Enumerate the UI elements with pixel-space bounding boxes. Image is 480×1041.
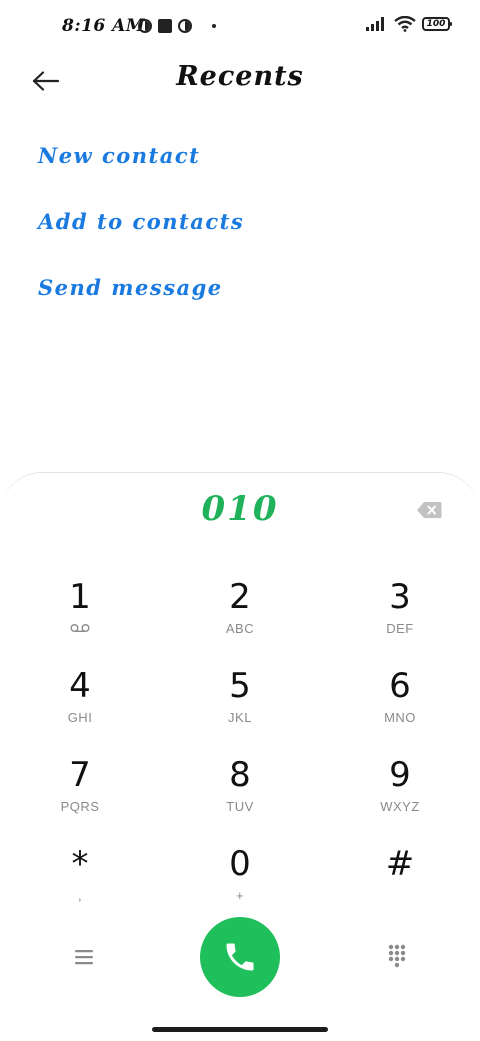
add-to-contacts-link[interactable]: Add to contacts (38, 202, 244, 268)
key-digit: 6 (389, 666, 411, 706)
battery-icon: 100 (422, 17, 452, 31)
backspace-button[interactable] (416, 501, 442, 519)
dialer-bottom-bar (0, 917, 480, 997)
key-2[interactable]: 2 ABC (180, 577, 300, 657)
key-1[interactable]: 1 (20, 577, 140, 657)
key-letters: ABC (225, 621, 255, 636)
backspace-icon (417, 502, 442, 518)
menu-button[interactable] (70, 943, 98, 971)
dialer-panel: 010 1 2 ABC 3 DEF 4 GHI 5 JKL 6 MNO 7 PQ… (0, 472, 480, 1041)
key-digit: 1 (69, 577, 91, 617)
key-letters: WXYZ (380, 799, 420, 814)
call-button[interactable] (200, 917, 280, 997)
key-4[interactable]: 4 GHI (20, 666, 140, 746)
key-7[interactable]: 7 PQRS (20, 755, 140, 835)
key-5[interactable]: 5 JKL (180, 666, 300, 746)
wifi-icon (394, 16, 416, 32)
key-letters: DEF (386, 621, 414, 636)
keypad-toggle-button[interactable] (382, 941, 412, 971)
key-digit: * (71, 844, 89, 884)
key-digit: 9 (389, 755, 411, 795)
status-time: 8:16 AM (62, 16, 146, 36)
key-digit: 4 (69, 666, 91, 706)
key-letters: JKL (228, 710, 252, 725)
key-digit: 0 (229, 844, 251, 884)
more-notifications-icon (212, 24, 216, 28)
key-digit: 7 (69, 755, 91, 795)
dialpad-icon (388, 944, 406, 968)
key-digit: 8 (229, 755, 251, 795)
system-icons: 100 (366, 16, 452, 32)
key-digit: 3 (389, 577, 411, 617)
action-list: New contact Add to contacts Send message (38, 136, 244, 334)
key-9[interactable]: 9 WXYZ (340, 755, 460, 835)
notification-app-icon (178, 19, 192, 33)
notification-icons (138, 19, 216, 33)
key-letters: GHI (67, 710, 93, 725)
key-letters: TUV (226, 799, 254, 814)
header: Recents (0, 56, 480, 106)
key-letters: , (77, 888, 83, 903)
home-indicator[interactable] (152, 1027, 328, 1032)
key-8[interactable]: 8 TUV (180, 755, 300, 835)
key-6[interactable]: 6 MNO (340, 666, 460, 746)
signal-icon (366, 17, 384, 31)
status-bar: 8:16 AM 100 (0, 0, 480, 56)
key-hash[interactable]: # (340, 844, 460, 924)
page-title: Recents (176, 61, 304, 92)
key-letters: + (235, 888, 245, 903)
key-letters: MNO (384, 710, 416, 725)
notification-square-icon (158, 19, 172, 33)
key-0[interactable]: 0 + (180, 844, 300, 924)
voicemail-icon (70, 624, 90, 632)
key-digit: 5 (229, 666, 251, 706)
new-contact-link[interactable]: New contact (38, 136, 244, 202)
key-star[interactable]: * , (20, 844, 140, 924)
phone-icon (226, 943, 254, 971)
send-message-link[interactable]: Send message (38, 268, 244, 334)
dialed-number: 010 (201, 489, 279, 529)
hamburger-menu-icon (75, 950, 93, 965)
notification-app-icon (138, 19, 152, 33)
key-digit: # (385, 844, 415, 884)
key-letters: PQRS (60, 799, 100, 814)
key-3[interactable]: 3 DEF (340, 577, 460, 657)
key-digit: 2 (229, 577, 251, 617)
